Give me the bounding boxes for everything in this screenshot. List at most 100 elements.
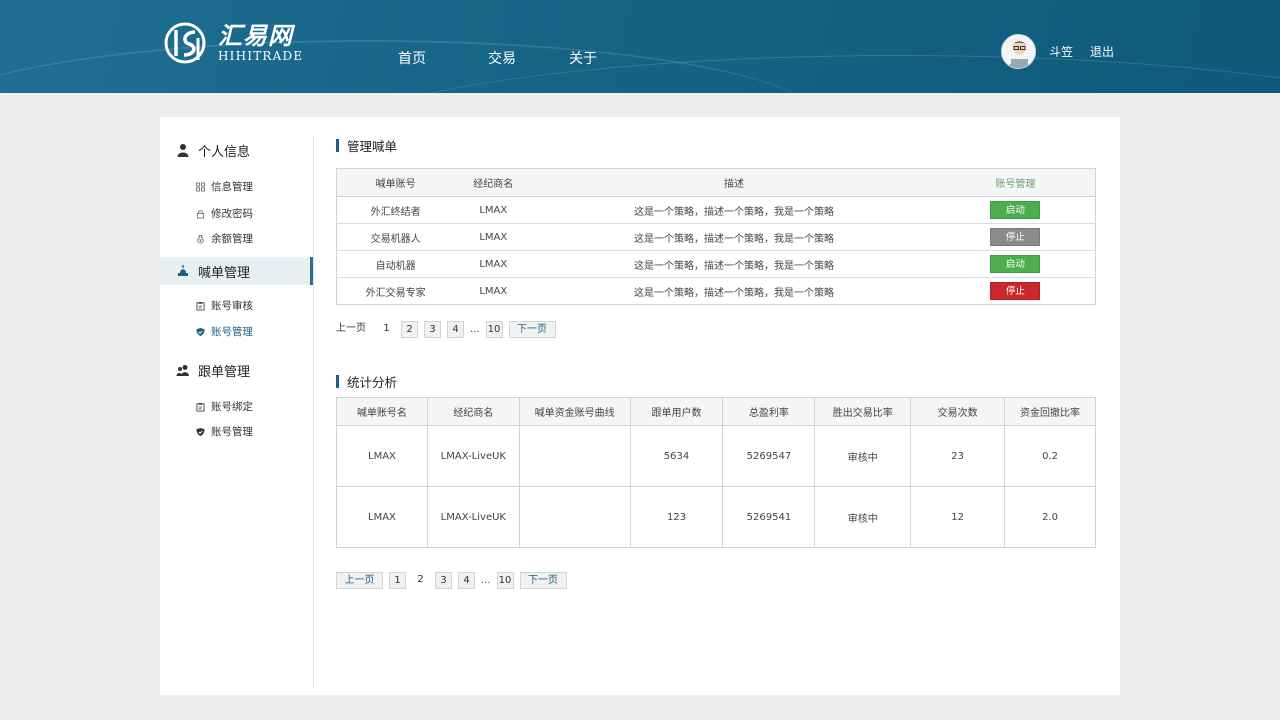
nav-trade[interactable]: 交易 bbox=[488, 48, 516, 68]
page-button[interactable]: 2 bbox=[412, 572, 429, 589]
avatar[interactable] bbox=[1001, 34, 1036, 69]
table-cell: 5269547 bbox=[722, 425, 816, 487]
sidebar-item-label: 修改密码 bbox=[211, 208, 253, 220]
account-cell: 自动机器 bbox=[336, 250, 455, 278]
sidebar-item-balance-management[interactable]: 余额管理 bbox=[196, 231, 253, 246]
page-button[interactable]: 1 bbox=[389, 572, 406, 589]
next-page-button[interactable]: 下一页 bbox=[508, 321, 556, 338]
stop-button[interactable]: 停止 bbox=[990, 228, 1041, 246]
section-title-text: 管理喊单 bbox=[347, 139, 398, 154]
nav-home[interactable]: 首页 bbox=[398, 48, 426, 68]
table-cell: LMAX bbox=[336, 486, 428, 548]
money-bag-icon bbox=[197, 234, 204, 243]
sidebar-item-account-review[interactable]: 账号审核 bbox=[196, 298, 253, 313]
prev-page-button[interactable]: 上一页 bbox=[336, 572, 383, 589]
logo-mark-icon bbox=[164, 22, 206, 64]
column-header: 交易次数 bbox=[910, 397, 1006, 426]
shield-icon bbox=[196, 427, 205, 436]
user-name[interactable]: 斗笠 bbox=[1049, 43, 1073, 60]
clipboard-icon bbox=[196, 301, 205, 310]
table-row: LMAX LMAX-LiveUK 5634 5269547 审核中 23 0.2 bbox=[336, 425, 1096, 487]
sidebar-section-label: 喊单管理 bbox=[198, 265, 251, 281]
action-cell: 启动 bbox=[935, 196, 1096, 224]
table-row: 外汇交易专家 LMAX 这是一个策略，描述一个策略，我是一个策略 停止 bbox=[336, 277, 1096, 305]
column-header: 账号管理 bbox=[935, 168, 1096, 197]
table-cell: 2.0 bbox=[1004, 486, 1096, 548]
table-row: 自动机器 LMAX 这是一个策略，描述一个策略，我是一个策略 启动 bbox=[336, 250, 1096, 278]
table-header-row: 喊单账号名 经纪商名 喊单资金账号曲线 跟单用户数 总盈利率 胜出交易比率 交易… bbox=[336, 397, 1096, 426]
page-button[interactable]: 4 bbox=[458, 572, 475, 589]
sidebar: 个人信息 信息管理 修改密码 余额管理 喊单管理 账号审核 账号管理 跟单管理 … bbox=[160, 117, 313, 695]
page-button[interactable]: 3 bbox=[435, 572, 452, 589]
table-cell: 审核中 bbox=[814, 486, 912, 548]
table-cell: 0.2 bbox=[1004, 425, 1096, 487]
sidebar-section-follow-management[interactable]: 跟单管理 bbox=[160, 356, 313, 384]
table-row: 外汇终结者 LMAX 这是一个策略，描述一个策略，我是一个策略 启动 bbox=[336, 196, 1096, 224]
page-button[interactable]: 3 bbox=[424, 321, 441, 338]
main-nav: 首页 交易 关于 bbox=[398, 48, 597, 68]
pagination-ellipsis: ... bbox=[481, 575, 491, 586]
sidebar-section-call-management[interactable]: 喊单管理 bbox=[160, 257, 313, 285]
table-cell: 12 bbox=[910, 486, 1006, 548]
account-cell: 交易机器人 bbox=[336, 223, 455, 251]
column-header: 描述 bbox=[532, 168, 936, 197]
sidebar-item-account-management[interactable]: 账号管理 bbox=[196, 424, 253, 439]
lock-icon bbox=[196, 209, 205, 218]
broker-cell: LMAX bbox=[454, 277, 533, 305]
description-cell: 这是一个策略，描述一个策略，我是一个策略 bbox=[532, 250, 936, 278]
table-cell: LMAX-LiveUK bbox=[426, 425, 520, 487]
sidebar-item-label: 信息管理 bbox=[211, 181, 253, 193]
column-header: 经纪商名 bbox=[454, 168, 533, 197]
sidebar-section-label: 个人信息 bbox=[198, 144, 251, 160]
column-header: 资金回撤比率 bbox=[1004, 397, 1096, 426]
start-button[interactable]: 启动 bbox=[990, 201, 1041, 219]
top-header: 汇易网 HIHITRADE 首页 交易 关于 斗笠 退出 bbox=[0, 0, 1280, 93]
sidebar-divider bbox=[313, 136, 314, 687]
sidebar-item-info-management[interactable]: 信息管理 bbox=[196, 179, 253, 194]
table-cell: LMAX bbox=[336, 425, 428, 487]
page-button[interactable]: 10 bbox=[485, 321, 503, 338]
main-panel: 个人信息 信息管理 修改密码 余额管理 喊单管理 账号审核 账号管理 跟单管理 … bbox=[160, 117, 1120, 695]
page-button[interactable]: 10 bbox=[496, 572, 514, 589]
action-cell: 停止 bbox=[935, 277, 1096, 305]
stop-button[interactable]: 停止 bbox=[990, 282, 1041, 300]
table-cell bbox=[518, 486, 631, 548]
description-cell: 这是一个策略，描述一个策略，我是一个策略 bbox=[532, 223, 936, 251]
table-cell bbox=[518, 425, 631, 487]
stats-section-title: 统计分析 bbox=[336, 372, 397, 391]
sidebar-item-change-password[interactable]: 修改密码 bbox=[196, 206, 253, 221]
account-cell: 外汇终结者 bbox=[336, 196, 455, 224]
pagination-ellipsis: ... bbox=[470, 324, 480, 335]
table-cell: 审核中 bbox=[814, 425, 912, 487]
user-icon bbox=[177, 144, 189, 157]
page-button[interactable]: 2 bbox=[401, 321, 418, 338]
grid-icon bbox=[196, 182, 205, 191]
logo-chinese-text: 汇易网 bbox=[218, 22, 293, 50]
sidebar-section-personal-info[interactable]: 个人信息 bbox=[160, 136, 313, 164]
description-cell: 这是一个策略，描述一个策略，我是一个策略 bbox=[532, 196, 936, 224]
broker-cell: LMAX bbox=[454, 196, 533, 224]
clipboard-icon bbox=[196, 402, 205, 411]
start-button[interactable]: 启动 bbox=[990, 255, 1041, 273]
nav-about[interactable]: 关于 bbox=[569, 48, 597, 68]
prev-page-button[interactable]: 上一页 bbox=[336, 321, 372, 338]
next-page-button[interactable]: 下一页 bbox=[519, 572, 567, 589]
title-accent-bar bbox=[336, 375, 339, 388]
action-cell: 启动 bbox=[935, 250, 1096, 278]
table-cell: 5634 bbox=[629, 425, 724, 487]
table-cell: 5269541 bbox=[722, 486, 816, 548]
column-header: 喊单账号名 bbox=[336, 397, 428, 426]
page-button[interactable]: 4 bbox=[447, 321, 464, 338]
table-cell: LMAX-LiveUK bbox=[426, 486, 520, 548]
sidebar-item-label: 余额管理 bbox=[211, 233, 253, 245]
logout-link[interactable]: 退出 bbox=[1090, 43, 1114, 60]
sidebar-item-account-binding[interactable]: 账号绑定 bbox=[196, 399, 253, 414]
group-icon bbox=[176, 365, 189, 376]
column-header: 跟单用户数 bbox=[629, 397, 724, 426]
column-header: 喊单账号 bbox=[336, 168, 455, 197]
column-header: 总盈利率 bbox=[722, 397, 816, 426]
page-button[interactable]: 1 bbox=[378, 321, 395, 338]
title-accent-bar bbox=[336, 139, 339, 152]
sidebar-item-account-management[interactable]: 账号管理 bbox=[196, 324, 253, 339]
site-logo[interactable]: 汇易网 HIHITRADE bbox=[162, 20, 303, 66]
